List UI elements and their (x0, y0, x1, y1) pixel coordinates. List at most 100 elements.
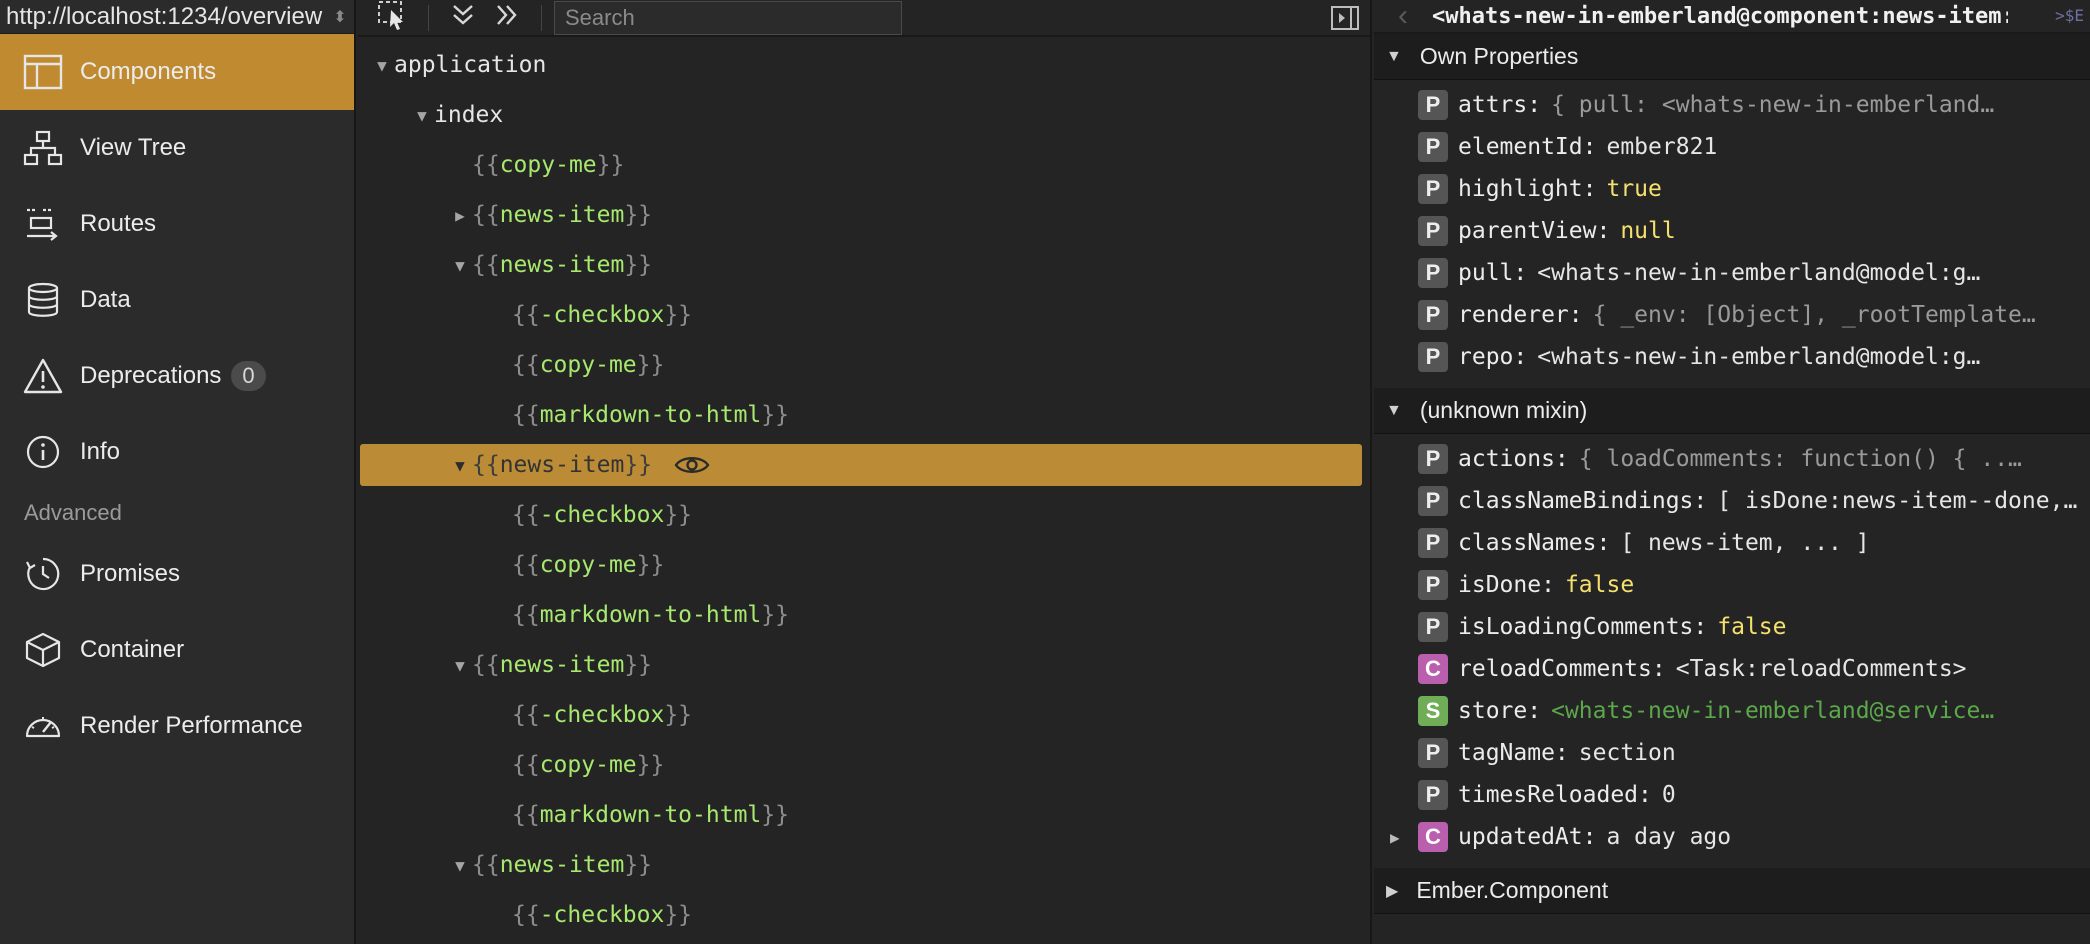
close-brace: }} (664, 502, 693, 528)
property-value[interactable]: false (1717, 614, 2090, 640)
component-name: news-item (499, 452, 625, 478)
tree-row[interactable]: {{copy-me}} (360, 144, 1362, 186)
property-row[interactable]: Pattrs: { pull: <whats-new-in-emberland@m… (1374, 84, 2090, 126)
sidebar-item-label: Routes (80, 210, 157, 237)
collapse-all-button[interactable] (485, 1, 529, 35)
collapsed-toggle-icon[interactable]: ▶ (450, 206, 470, 225)
tree-row[interactable]: {{markdown-to-html}} (360, 394, 1362, 436)
tree-row[interactable]: {{markdown-to-html}} (360, 594, 1362, 636)
sidebar-item-container[interactable]: Container (0, 612, 354, 688)
property-value[interactable]: ember821 (1606, 134, 2056, 160)
tree-row[interactable]: ▼ index (360, 94, 1362, 136)
property-row[interactable]: PclassNames: [ news-item, ... ] (1374, 522, 2090, 564)
property-row[interactable]: Sstore: <whats-new-in-emberland@service:s… (1374, 690, 2090, 732)
property-type-badge: C (1418, 654, 1448, 684)
property-value[interactable]: <whats-new-in-emberland@service:store::e… (1551, 698, 2001, 724)
tree-row[interactable]: {{copy-me}} (360, 544, 1362, 586)
property-value[interactable]: [ isDone:news-item--done, ... ] (1717, 488, 2090, 514)
back-arrow-icon[interactable]: ‹ (1374, 0, 1432, 33)
property-value[interactable]: { pull: <whats-new-in-emberland@model:gi… (1551, 92, 2001, 118)
property-value[interactable]: a day ago (1606, 824, 2056, 850)
inspect-element-button[interactable] (372, 1, 416, 35)
property-row[interactable]: PisDone: false (1374, 564, 2090, 606)
property-value[interactable]: [ news-item, ... ] (1620, 530, 2070, 556)
expanded-toggle-icon[interactable]: ▼ (450, 256, 470, 275)
tree-row[interactable]: {{-checkbox}} (360, 894, 1362, 936)
sidebar-item-promises[interactable]: Promises (0, 536, 354, 612)
expanded-toggle-icon[interactable]: ▼ (450, 456, 470, 475)
sidebar-item-data[interactable]: Data (0, 262, 354, 338)
property-group-header[interactable]: ▼ Own Properties (1374, 34, 2090, 80)
expand-all-button[interactable] (441, 1, 485, 35)
cursor-select-icon (377, 0, 411, 35)
open-brace: {{ (512, 352, 540, 378)
sidebar: http://localhost:1234/overview ⬍ Compone… (0, 0, 356, 944)
tree-row[interactable]: {{copy-me}} (360, 344, 1362, 386)
tree-row[interactable]: {{-checkbox}} (360, 494, 1362, 536)
property-row[interactable]: PisLoadingComments: false (1374, 606, 2090, 648)
property-row[interactable]: PelementId: ember821 (1374, 126, 2090, 168)
expanded-toggle-icon[interactable]: ▼ (450, 656, 470, 675)
sidebar-item-components[interactable]: Components (0, 34, 354, 110)
tree-row[interactable]: ▼ application (360, 44, 1362, 86)
sidebar-item-label: Render Performance (80, 712, 303, 739)
tree-row[interactable]: ▼{{news-item}} (360, 244, 1362, 286)
tree-row[interactable]: {{-checkbox}} (360, 294, 1362, 336)
property-group-header[interactable]: ▼ (unknown mixin) (1374, 388, 2090, 434)
sidebar-item-view-tree[interactable]: View Tree (0, 110, 354, 186)
property-value[interactable]: null (1620, 218, 2070, 244)
property-value[interactable]: <Task:reloadComments> (1676, 656, 2090, 682)
property-row[interactable]: Ppull: <whats-new-in-emberland@model:gith… (1374, 252, 2090, 294)
property-value[interactable]: { _env: [Object], _rootTemplates: ... } (1593, 302, 2043, 328)
property-value[interactable]: true (1606, 176, 2056, 202)
property-row[interactable]: ▶ CupdatedAt: a day ago (1374, 816, 2090, 858)
tree-row[interactable]: {{-checkbox}} (360, 694, 1362, 736)
expanded-toggle-icon[interactable]: ▼ (450, 856, 470, 875)
search-input[interactable] (554, 0, 902, 35)
toggle-inspector-button[interactable] (1330, 4, 1360, 32)
property-value[interactable]: <whats-new-in-emberland@model:github-rep… (1537, 344, 1987, 370)
property-row[interactable]: PparentView: null (1374, 210, 2090, 252)
sidebar-item-routes[interactable]: Routes (0, 186, 354, 262)
property-value[interactable]: <whats-new-in-emberland@model:github-pul… (1537, 260, 1987, 286)
property-type-badge: P (1418, 300, 1448, 330)
tree-row[interactable]: {{markdown-to-html}} (360, 794, 1362, 836)
property-row[interactable]: Phighlight: true (1374, 168, 2090, 210)
sidebar-item-render-performance[interactable]: Render Performance (0, 688, 354, 764)
close-brace: }} (624, 652, 653, 678)
property-row[interactable]: CreloadComments: <Task:reloadComments> (1374, 648, 2090, 690)
tree-row[interactable]: ▼{{news-item}} (360, 844, 1362, 886)
sidebar-item-info[interactable]: Info (0, 414, 354, 490)
property-row[interactable]: PtimesReloaded: 0 (1374, 774, 2090, 816)
expanded-toggle-icon[interactable]: ▼ (372, 56, 392, 75)
sidebar-item-label: Components (80, 58, 217, 85)
property-group-header[interactable]: ▶ Ember.Component (1374, 868, 2090, 914)
tree-row[interactable]: ▼{{news-item}} (360, 644, 1362, 686)
eye-icon[interactable] (674, 453, 710, 477)
property-row[interactable]: Pactions: { loadComments: function() { ..… (1374, 438, 2090, 480)
close-brace: }} (636, 552, 665, 578)
tree-row[interactable]: ▶{{news-item}} (360, 194, 1362, 236)
app-url-select[interactable]: http://localhost:1234/overview ⬍ (0, 0, 354, 34)
tree-row-selected[interactable]: ▼{{news-item}} (360, 444, 1362, 486)
property-value[interactable]: false (1565, 572, 2015, 598)
property-row[interactable]: Prepo: <whats-new-in-emberland@model:gith… (1374, 336, 2090, 378)
property-value[interactable]: section (1579, 740, 2029, 766)
property-row[interactable]: Prenderer: { _env: [Object], _rootTemplat… (1374, 294, 2090, 336)
sidebar-item-deprecations[interactable]: Deprecations 0 (0, 338, 354, 414)
tree-toolbar (358, 0, 1370, 37)
app-url: http://localhost:1234/overview (6, 2, 323, 30)
collapsed-toggle-icon[interactable]: ▶ (1390, 828, 1400, 847)
property-value[interactable]: 0 (1662, 782, 2090, 808)
property-type-badge: P (1418, 780, 1448, 810)
property-row[interactable]: PtagName: section (1374, 732, 2090, 774)
panel-toggle-icon (1330, 6, 1360, 36)
property-row[interactable]: PclassNameBindings: [ isDone:news-item--d… (1374, 480, 2090, 522)
component-name: markdown-to-html (539, 402, 762, 428)
send-to-console-button[interactable]: >$E (2055, 6, 2084, 25)
property-value[interactable]: { loadComments: function() { ... } } (1579, 446, 2029, 472)
expanded-toggle-icon[interactable]: ▼ (412, 106, 432, 125)
property-type-badge: C (1418, 822, 1448, 852)
close-brace: }} (664, 302, 693, 328)
tree-row[interactable]: {{copy-me}} (360, 744, 1362, 786)
